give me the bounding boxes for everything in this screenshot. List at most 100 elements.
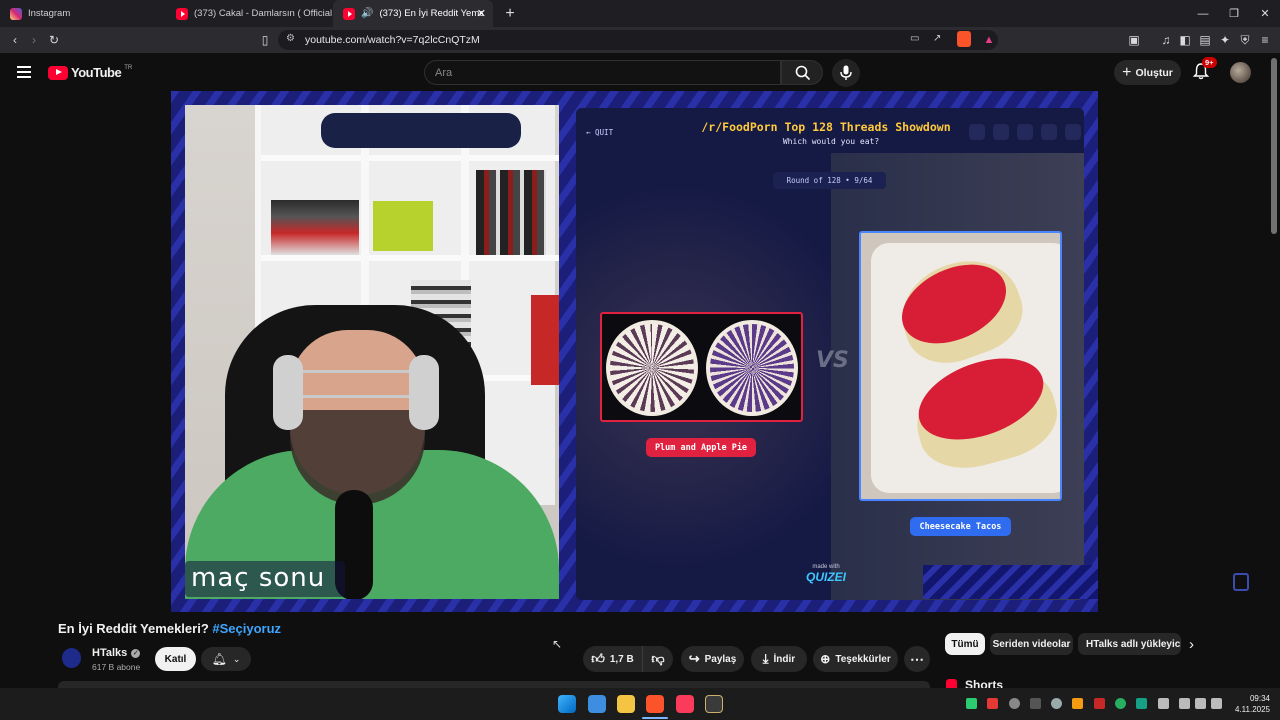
back-icon[interactable]: ‹ <box>6 31 24 49</box>
leo-ai-icon[interactable]: ✦ <box>1216 31 1234 49</box>
more-actions-button[interactable]: ⋯ <box>904 646 930 672</box>
page-scrollbar[interactable] <box>1271 58 1277 234</box>
webcam-feed: maç sonu <box>185 105 559 599</box>
new-tab-button[interactable]: + <box>494 0 526 27</box>
volume-icon[interactable] <box>1195 698 1206 709</box>
chip-series[interactable]: Seriden videolar <box>990 633 1073 655</box>
widgets-icon[interactable] <box>588 695 606 713</box>
share-icon[interactable]: ↗ <box>933 33 941 44</box>
quiz-screen: ← QUIT /r/FoodPorn Top 128 Threads Showd… <box>576 108 1084 600</box>
chip-uploader[interactable]: HTalks adlı yükleyici <box>1078 633 1181 655</box>
brave-shield-icon[interactable] <box>957 31 971 47</box>
youtube-icon <box>343 7 355 20</box>
tray-app-icon[interactable] <box>1051 698 1062 709</box>
site-settings-icon[interactable]: ⚙ <box>286 33 295 44</box>
tray-app-icon[interactable] <box>1094 698 1105 709</box>
notifications-button[interactable]: 9+ <box>1192 57 1217 81</box>
download-button[interactable]: ⤓ İndir <box>751 646 807 672</box>
fullscreen-icon <box>1065 124 1081 140</box>
file-explorer-icon[interactable] <box>617 695 635 713</box>
menu-icon[interactable]: ≡ <box>1256 31 1274 49</box>
guide-menu-icon[interactable] <box>17 66 31 78</box>
brave-rewards-icon[interactable]: ▲ <box>980 31 998 49</box>
left-option-label: Plum and Apple Pie <box>646 438 756 457</box>
quiz-subtitle: Which would you eat? <box>782 137 880 146</box>
video-title-text: En İyi Reddit Yemekleri? <box>58 621 209 636</box>
music-app-icon[interactable] <box>676 695 694 713</box>
tray-app-icon[interactable] <box>966 698 977 709</box>
undo-icon <box>969 124 985 140</box>
create-label: Oluştur <box>1135 66 1173 79</box>
create-button[interactable]: + Oluştur <box>1114 60 1181 85</box>
cast-icon[interactable]: ▭ <box>910 33 919 44</box>
quit-button: ← QUIT <box>586 128 614 137</box>
dislike-button[interactable]: 👎︎ <box>643 646 673 672</box>
quiz-toolbar <box>969 124 1081 140</box>
chevron-right-icon[interactable]: › <box>1189 636 1194 653</box>
app-icon[interactable] <box>705 695 723 713</box>
voice-search-button[interactable] <box>832 59 860 87</box>
tray-app-icon[interactable] <box>1136 698 1147 709</box>
more-icon: ⋯ <box>910 650 924 667</box>
screenshot-icon[interactable]: ▣ <box>1125 31 1143 49</box>
close-tab-icon[interactable]: ✕ <box>477 7 486 20</box>
channel-name-row[interactable]: HTalks ✓ <box>92 647 141 659</box>
media-icon[interactable]: ♫ <box>1157 31 1175 49</box>
tab-label: Instagram <box>28 8 71 19</box>
microphone-icon <box>840 65 852 80</box>
minimize-button[interactable]: — <box>1187 0 1219 27</box>
speaker-icon: 🔊 <box>361 8 374 19</box>
tray-app-icon[interactable] <box>1072 698 1083 709</box>
tab-youtube-cakal[interactable]: (373) Cakal - Damlarsın ( Official Mu <box>166 0 332 27</box>
chip-all[interactable]: Tümü <box>945 633 985 655</box>
join-button[interactable]: Katıl <box>155 647 196 671</box>
like-count: 1,7 B <box>609 653 634 665</box>
avatar[interactable] <box>1230 62 1251 83</box>
tray-app-icon[interactable] <box>1009 698 1020 709</box>
channel-name[interactable]: HTalks <box>92 647 127 659</box>
close-window-button[interactable]: ✕ <box>1249 0 1280 27</box>
thanks-button[interactable]: ⊕ Teşekkürler <box>813 646 898 672</box>
bookmark-icon[interactable]: ▯ <box>256 31 274 49</box>
round-indicator: Round of 128 • 9/64 <box>773 172 886 189</box>
caption-text: maç sonu <box>191 563 326 593</box>
microphone-tray-icon[interactable] <box>1158 698 1169 709</box>
flag-icon <box>1041 124 1057 140</box>
like-button[interactable]: 👍︎ 1,7 B <box>583 646 643 672</box>
tab-youtube-active[interactable]: 🔊 (373) En İyi Reddit Yemekleri? ✕ <box>333 0 493 27</box>
search-button[interactable] <box>781 60 823 85</box>
forward-icon[interactable]: › <box>25 31 43 49</box>
region-code: TR <box>124 64 133 71</box>
browser-tab-strip: Instagram (373) Cakal - Damlarsın ( Offi… <box>0 0 1280 27</box>
tab-label: (373) En İyi Reddit Yemekleri? <box>379 8 483 19</box>
tray-app-icon[interactable] <box>987 698 998 709</box>
subscribe-notification-button[interactable]: 🔔︎ ⌄ <box>201 647 251 671</box>
send-icon <box>1017 124 1033 140</box>
video-player[interactable]: maç sonu ← QUIT /r/FoodPorn Top 128 Thre… <box>171 91 1098 612</box>
link-icon <box>993 124 1009 140</box>
tray-app-icon[interactable] <box>1030 698 1041 709</box>
hashtag-link[interactable]: #Seçiyoruz <box>212 621 281 636</box>
tab-instagram[interactable]: Instagram <box>0 0 165 27</box>
tray-app-icon[interactable] <box>1115 698 1126 709</box>
address-bar[interactable]: ⚙ youtube.com/watch?v=7q2lcCnQTzM ▭ ↗ <box>278 30 998 50</box>
clock[interactable]: 09:34 4.11.2025 <box>1232 693 1270 715</box>
youtube-logo[interactable]: YouTube TR <box>48 65 132 80</box>
channel-avatar[interactable] <box>62 648 81 668</box>
description-box[interactable] <box>58 681 930 688</box>
network-icon[interactable] <box>1179 698 1190 709</box>
share-button[interactable]: ↪ Paylaş <box>681 646 744 672</box>
share-label: Paylaş <box>704 653 737 665</box>
vpn-icon[interactable]: ⛨ <box>1236 31 1254 49</box>
left-option-image <box>600 312 803 422</box>
reload-icon[interactable]: ↻ <box>45 31 63 49</box>
battery-icon[interactable] <box>1211 698 1222 709</box>
wallet-icon[interactable]: ▤ <box>1196 31 1214 49</box>
brave-browser-icon[interactable] <box>646 695 664 713</box>
start-icon[interactable] <box>558 695 576 713</box>
decor-strip <box>923 565 1098 599</box>
channel-watermark[interactable] <box>1233 573 1249 591</box>
restore-button[interactable]: ❐ <box>1218 0 1250 27</box>
sidebar-icon[interactable]: ◧ <box>1176 31 1194 49</box>
search-input[interactable]: Ara <box>424 60 781 85</box>
